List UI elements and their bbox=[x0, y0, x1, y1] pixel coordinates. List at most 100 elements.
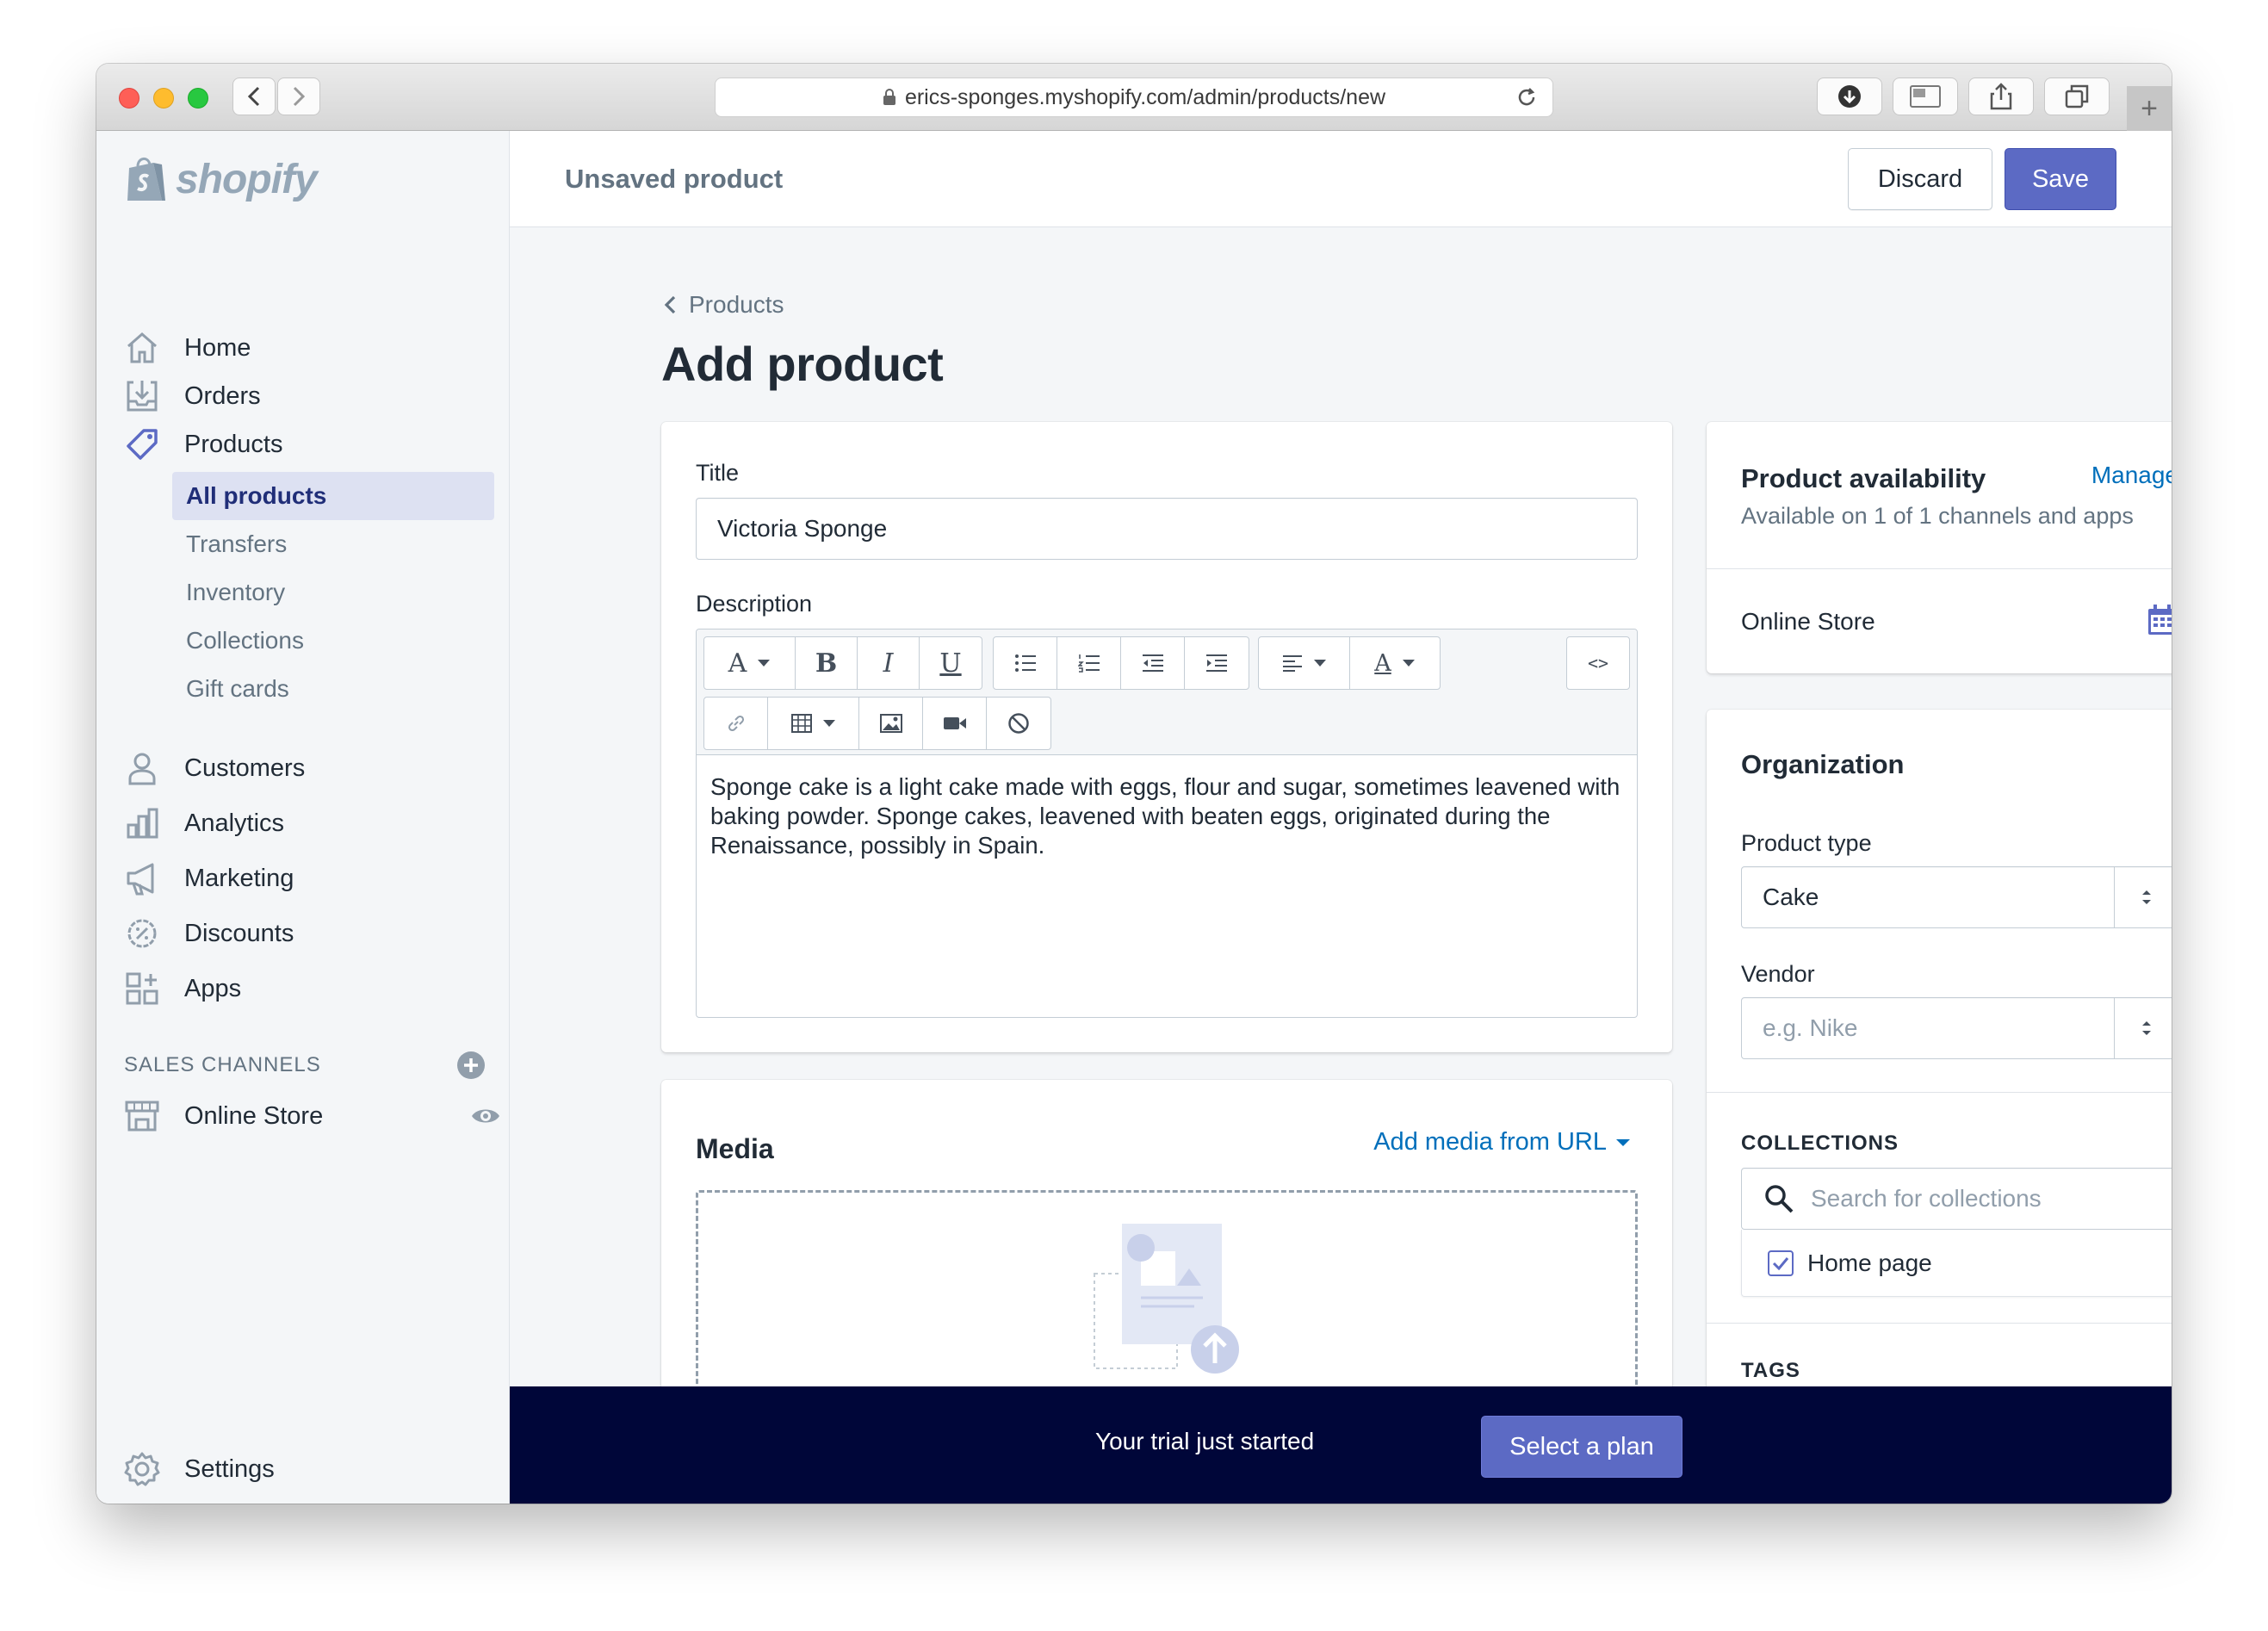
product-type-stepper[interactable] bbox=[2114, 867, 2172, 927]
sidebar-subitem-collections[interactable]: Collections bbox=[172, 617, 494, 665]
vendor-placeholder: e.g. Nike bbox=[1763, 1014, 1858, 1041]
eye-icon[interactable] bbox=[470, 1102, 501, 1130]
insert-link-button[interactable] bbox=[704, 698, 768, 749]
text-format-group: A B I U bbox=[703, 636, 982, 690]
home-page-checkbox[interactable] bbox=[1768, 1250, 1794, 1276]
bold-button[interactable]: B bbox=[796, 637, 858, 689]
title-input-value: Victoria Sponge bbox=[717, 515, 888, 542]
product-details-card: Title Victoria Sponge Description A B I … bbox=[661, 422, 1672, 1052]
back-button[interactable] bbox=[232, 78, 276, 115]
font-style-button[interactable]: A bbox=[704, 637, 796, 689]
sidebar-subitem-gift-cards[interactable]: Gift cards bbox=[172, 665, 494, 713]
insert-video-button[interactable] bbox=[923, 698, 987, 749]
trial-banner: Your trial just started Select a plan bbox=[510, 1386, 2172, 1504]
list-group bbox=[993, 636, 1249, 690]
bullet-list-button[interactable] bbox=[994, 637, 1057, 689]
title-input[interactable]: Victoria Sponge bbox=[696, 498, 1638, 560]
sidebar-item-apps[interactable]: Apps bbox=[122, 964, 241, 1013]
link-icon bbox=[728, 715, 744, 732]
sidebar-item-settings[interactable]: Settings bbox=[122, 1445, 275, 1493]
sidebar-item-discounts[interactable]: Discounts bbox=[122, 909, 294, 958]
vendor-stepper[interactable] bbox=[2114, 998, 2172, 1058]
font-icon: A bbox=[728, 648, 747, 679]
shopify-logo[interactable]: shopify bbox=[96, 131, 510, 227]
vendor-select[interactable]: e.g. Nike bbox=[1741, 997, 2172, 1059]
zoom-window-button[interactable] bbox=[188, 88, 208, 109]
breadcrumb-products-link[interactable]: Products bbox=[689, 291, 784, 319]
clear-formatting-button[interactable] bbox=[987, 698, 1050, 749]
admin-topbar: shopify Unsaved product Discard Save bbox=[96, 131, 2172, 227]
select-plan-button[interactable]: Select a plan bbox=[1481, 1416, 1682, 1478]
marketing-icon bbox=[122, 859, 162, 898]
editor-toolbar: A B I U A <> bbox=[697, 629, 1637, 755]
manage-channels-link[interactable]: Manage bbox=[2091, 462, 2172, 489]
align-button[interactable] bbox=[1259, 637, 1350, 689]
show-html-button[interactable]: <> bbox=[1567, 637, 1629, 689]
sidebar-item-label: Home bbox=[184, 333, 251, 362]
sales-channels-label: SALES CHANNELS bbox=[124, 1053, 321, 1076]
italic-button[interactable]: I bbox=[858, 637, 920, 689]
pip-icon bbox=[1910, 85, 1941, 108]
sidebar-item-customers[interactable]: Customers bbox=[122, 744, 305, 792]
discard-button[interactable]: Discard bbox=[1848, 148, 1992, 210]
address-bar[interactable]: erics-sponges.myshopify.com/admin/produc… bbox=[715, 78, 1553, 117]
gear-icon bbox=[122, 1449, 162, 1489]
indent-icon bbox=[1206, 654, 1227, 672]
collections-header: COLLECTIONS bbox=[1741, 1132, 1899, 1155]
sidebar-item-label: Marketing bbox=[184, 864, 294, 892]
breadcrumb[interactable]: Products bbox=[661, 291, 784, 319]
product-type-select[interactable]: Cake bbox=[1741, 866, 2172, 928]
add-channel-icon[interactable] bbox=[456, 1051, 486, 1080]
url-text: erics-sponges.myshopify.com/admin/produc… bbox=[904, 84, 1386, 109]
forward-button[interactable] bbox=[277, 78, 320, 115]
minimize-window-button[interactable] bbox=[153, 88, 174, 109]
divider bbox=[1707, 568, 2172, 569]
tags-header: TAGS bbox=[1741, 1359, 1800, 1382]
sidebar-subitem-all-products[interactable]: All products bbox=[172, 472, 494, 520]
share-button[interactable] bbox=[1968, 78, 2034, 115]
download-icon bbox=[1838, 85, 1861, 108]
add-media-from-url-link[interactable]: Add media from URL bbox=[1373, 1128, 1631, 1157]
underline-button[interactable]: U bbox=[920, 637, 982, 689]
sidebar-item-orders[interactable]: Orders bbox=[122, 372, 261, 420]
sidebar-item-label: Products bbox=[184, 430, 283, 458]
insert-image-button[interactable] bbox=[859, 698, 923, 749]
shopify-wordmark: shopify bbox=[176, 156, 318, 202]
outdent-button[interactable] bbox=[1121, 637, 1185, 689]
reload-icon[interactable] bbox=[1515, 85, 1539, 109]
save-button[interactable]: Save bbox=[2005, 148, 2116, 210]
media-title: Media bbox=[696, 1133, 774, 1164]
divider bbox=[1707, 1323, 2172, 1324]
downloads-button[interactable] bbox=[1817, 78, 1882, 115]
calendar-icon[interactable] bbox=[2147, 605, 2172, 636]
collections-search-input[interactable]: Search for collections bbox=[1741, 1168, 2172, 1230]
page-title: Add product bbox=[661, 337, 944, 391]
numbered-list-button[interactable] bbox=[1057, 637, 1121, 689]
sidebar-item-home[interactable]: Home bbox=[122, 324, 251, 372]
search-icon bbox=[1765, 1185, 1794, 1213]
main-content: Products Add product Title Victoria Spon… bbox=[510, 227, 2172, 1504]
underline-icon: U bbox=[939, 648, 962, 679]
text-color-button[interactable]: A bbox=[1350, 637, 1440, 689]
new-tab-button[interactable]: + bbox=[2127, 86, 2172, 131]
picture-in-picture-button[interactable] bbox=[1893, 78, 1958, 115]
sidebar-item-analytics[interactable]: Analytics bbox=[122, 799, 284, 847]
product-availability-card: Product availability Manage Available on… bbox=[1707, 422, 2172, 673]
sidebar-item-marketing[interactable]: Marketing bbox=[122, 854, 294, 902]
numbered-list-icon bbox=[1077, 654, 1100, 673]
description-text[interactable]: Sponge cake is a light cake made with eg… bbox=[710, 772, 1623, 860]
sidebar-subitem-transfers[interactable]: Transfers bbox=[172, 520, 494, 568]
tag-icon bbox=[122, 425, 162, 464]
tabs-overview-button[interactable] bbox=[2044, 78, 2110, 115]
sidebar-item-products[interactable]: Products bbox=[122, 420, 282, 468]
sidebar-subitem-inventory[interactable]: Inventory bbox=[172, 568, 494, 617]
sidebar-item-online-store[interactable]: Online Store bbox=[122, 1092, 501, 1140]
bold-icon: B bbox=[815, 648, 838, 679]
close-window-button[interactable] bbox=[119, 88, 139, 109]
indent-button[interactable] bbox=[1185, 637, 1249, 689]
insert-table-button[interactable] bbox=[768, 698, 859, 749]
sidebar-item-label: Discounts bbox=[184, 919, 294, 947]
share-icon bbox=[1990, 83, 2012, 110]
collection-option-home-page[interactable]: Home page bbox=[1741, 1230, 2172, 1297]
caret-down-icon bbox=[1616, 1138, 1630, 1146]
